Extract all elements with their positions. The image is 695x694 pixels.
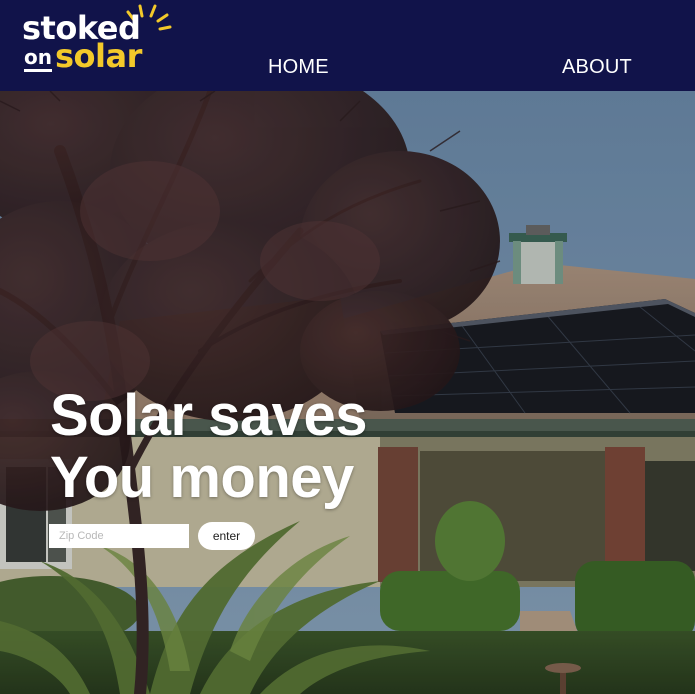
site-header: stoked on solar HOME ABOUT (0, 0, 695, 91)
nav-home-link[interactable]: HOME (268, 56, 329, 79)
page: stoked on solar HOME ABOUT Solar saves Y… (0, 0, 695, 694)
nav-about-link[interactable]: ABOUT (562, 56, 632, 79)
headline-line-1: Solar saves (50, 383, 367, 448)
stoked-on-solar-logo[interactable]: stoked on solar (22, 4, 182, 86)
logo-solar-text: solar (55, 37, 142, 75)
hero-section: Solar saves You money enter (0, 91, 695, 694)
headline-line-2: You money (50, 445, 354, 510)
hero-headline: Solar saves You money (50, 385, 367, 509)
enter-button[interactable]: enter (198, 522, 255, 550)
logo-on-text: on (24, 46, 52, 72)
zip-code-input[interactable] (49, 524, 189, 548)
